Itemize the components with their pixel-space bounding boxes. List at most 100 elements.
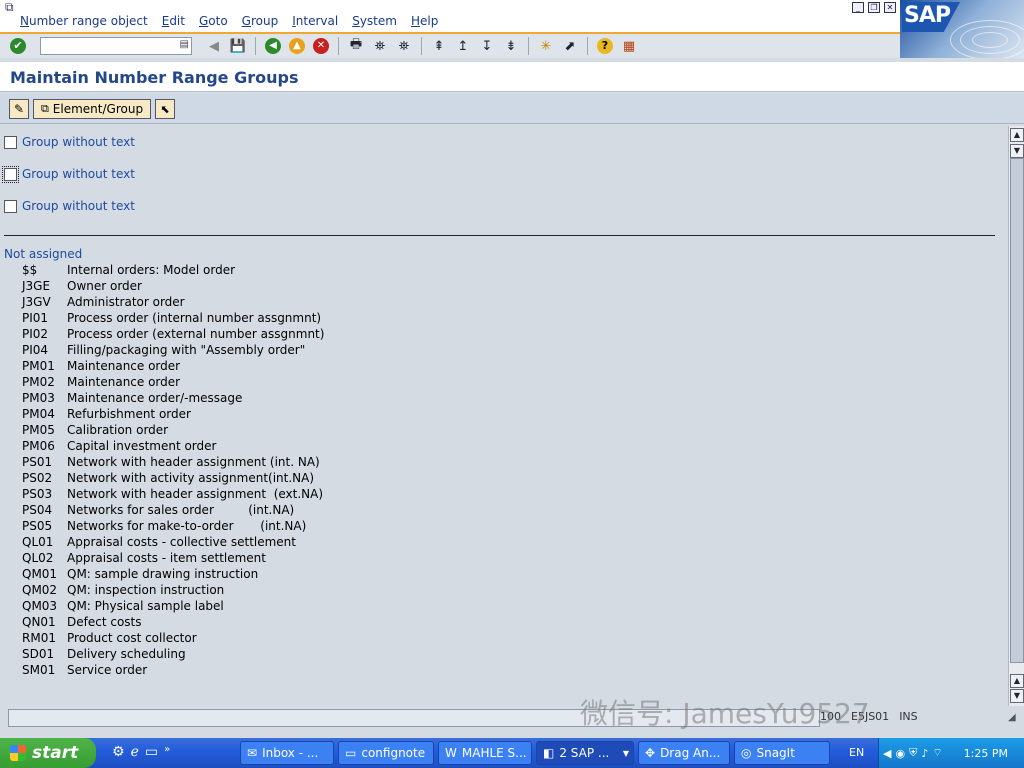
list-item[interactable]: PM06 Capital investment order	[22, 439, 324, 455]
task-drag[interactable]: ✥ Drag An...	[638, 741, 730, 765]
scroll-down-icon[interactable]: ▼	[1010, 689, 1024, 703]
command-history-icon[interactable]: ▤	[180, 39, 189, 50]
list-item[interactable]: PI04 Filling/packaging with "Assembly ord…	[22, 343, 324, 359]
minimize-button[interactable]: _	[852, 2, 864, 13]
check-icon[interactable]: ✔	[8, 36, 28, 56]
scroll-page-down-icon[interactable]: ▲	[1010, 674, 1024, 688]
save-icon[interactable]: 💾	[228, 36, 248, 56]
tray-shield-icon[interactable]: ⛨	[909, 746, 917, 760]
windows-flag-icon	[10, 745, 26, 761]
list-item[interactable]: $$ Internal orders: Model order	[22, 263, 324, 279]
element-group-button[interactable]: ⧉ Element/Group	[33, 99, 151, 119]
task-sap[interactable]: ◧ 2 SAP ... ▼	[536, 741, 634, 765]
group-checkbox[interactable]	[4, 135, 17, 149]
menu-help[interactable]: Help	[411, 14, 438, 28]
list-item[interactable]: PI01 Process order (internal number assgn…	[22, 311, 324, 327]
list-item[interactable]: PM04 Refurbishment order	[22, 407, 324, 423]
clock[interactable]: 1:25 PM	[964, 747, 1024, 760]
task-inbox[interactable]: ✉ Inbox - ...	[240, 741, 334, 765]
list-item[interactable]: QM01 QM: sample drawing instruction	[22, 567, 324, 583]
list-item[interactable]: J3GE Owner order	[22, 279, 324, 295]
list-item[interactable]: PM01 Maintenance order	[22, 359, 324, 375]
group-dropdown-icon: ▼	[622, 748, 629, 758]
more-icon[interactable]: »	[164, 744, 170, 760]
tray-back-icon[interactable]: ◀	[883, 747, 891, 760]
scroll-up-icon[interactable]: ▲	[1010, 128, 1024, 142]
list-item[interactable]: QM02 QM: inspection instruction	[22, 583, 324, 599]
back-nav-icon[interactable]: ◀	[263, 36, 283, 56]
list-item[interactable]: PS02 Network with activity assignment(int…	[22, 471, 324, 487]
list-item[interactable]: RM01 Product cost collector	[22, 631, 324, 647]
item-code: QM01	[22, 567, 58, 581]
layout-icon[interactable]: ▦	[619, 36, 639, 56]
exit-icon[interactable]: ▲	[287, 36, 307, 56]
list-item[interactable]: PS05 Networks for make-to-order (int.NA)	[22, 519, 324, 535]
back-icon[interactable]: ◀	[204, 36, 224, 56]
last-page-icon[interactable]: ⇟	[501, 36, 521, 56]
item-code: PS03	[22, 487, 53, 501]
select-button[interactable]: ⬉	[155, 99, 175, 119]
task-confignote[interactable]: ▭ confignote	[338, 741, 434, 765]
tray-network-icon[interactable]: ⌔	[932, 746, 942, 760]
list-item[interactable]: QN01 Defect costs	[22, 615, 324, 631]
group-checkbox[interactable]	[2, 165, 19, 183]
system-menu-icon[interactable]: ⧉	[5, 0, 21, 14]
menu-group[interactable]: Group	[242, 14, 279, 28]
tray-app-icon[interactable]: ◉	[895, 747, 905, 760]
command-field[interactable]: ▤	[40, 37, 192, 58]
list-item[interactable]: QL02 Appraisal costs - item settlement	[22, 551, 324, 567]
list-item[interactable]: PS04 Networks for sales order (int.NA)	[22, 503, 324, 519]
list-item[interactable]: QL01 Appraisal costs - collective settlem…	[22, 535, 324, 551]
resize-grip-icon[interactable]: ◢	[1008, 712, 1022, 726]
next-page-icon[interactable]: ↧	[477, 36, 497, 56]
status-mode[interactable]: INS	[899, 710, 917, 723]
task-mahle[interactable]: W MAHLE S...	[438, 741, 532, 765]
cancel-icon[interactable]: ✕	[311, 36, 331, 56]
vertical-scrollbar[interactable]: ▲ ▼ ▲ ▼	[1008, 126, 1024, 706]
list-item[interactable]: PS03 Network with header assignment (ext.…	[22, 487, 324, 503]
menu-interval[interactable]: Interval	[292, 14, 338, 28]
first-page-icon[interactable]: ⇞	[429, 36, 449, 56]
group-checkbox[interactable]	[4, 199, 17, 213]
list-item[interactable]: PM02 Maintenance order	[22, 375, 324, 391]
list-item[interactable]: PS01 Network with header assignment (int.…	[22, 455, 324, 471]
scroll-thumb[interactable]	[1010, 158, 1024, 663]
shortcut-icon[interactable]: ⬈	[560, 36, 580, 56]
list-item[interactable]: SD01 Delivery scheduling	[22, 647, 324, 663]
list-item[interactable]: SM01 Service order	[22, 663, 324, 679]
help-icon[interactable]: ?	[595, 36, 615, 56]
group-row[interactable]: Group without text	[2, 165, 135, 183]
task-snagit[interactable]: ◎ SnagIt	[734, 741, 830, 765]
list-item[interactable]: PI02 Process order (external number assgn…	[22, 327, 324, 343]
item-text: Delivery scheduling	[67, 647, 186, 661]
find-next-icon[interactable]: ⛯	[394, 36, 414, 56]
menu-goto[interactable]: Goto	[199, 14, 228, 28]
command-input[interactable]	[41, 42, 171, 58]
list-item[interactable]: J3GV Administrator order	[22, 295, 324, 311]
previous-page-icon[interactable]: ↥	[453, 36, 473, 56]
group-row[interactable]: Group without text	[4, 199, 135, 213]
menu-edit[interactable]: Edit	[162, 14, 185, 28]
ie-icon[interactable]: ℯ	[131, 744, 139, 760]
new-session-icon[interactable]: ✳	[536, 36, 556, 56]
scroll-page-up-icon[interactable]: ▼	[1010, 144, 1024, 158]
item-code: PI01	[22, 311, 49, 325]
find-icon[interactable]: ⛯	[370, 36, 390, 56]
list-item[interactable]: PM03 Maintenance order/-message	[22, 391, 324, 407]
item-text: Maintenance order/-message	[67, 391, 243, 405]
change-button[interactable]: ✎	[9, 99, 29, 119]
restore-button[interactable]: ❐	[868, 2, 880, 13]
tray-volume-icon[interactable]: ♪	[921, 747, 928, 760]
menu-system[interactable]: System	[352, 14, 397, 28]
desktop-icon[interactable]: ⚙	[112, 744, 125, 760]
language-indicator[interactable]: EN	[849, 746, 864, 759]
print-icon[interactable]: 🖶	[346, 36, 366, 56]
explorer-icon[interactable]: ▭	[145, 744, 158, 760]
list-item[interactable]: PM05 Calibration order	[22, 423, 324, 439]
menu-number-range-object[interactable]: Number range object	[20, 14, 148, 28]
group-row[interactable]: Group without text	[4, 135, 135, 149]
list-item[interactable]: QM03 QM: Physical sample label	[22, 599, 324, 615]
item-text: Maintenance order	[67, 359, 181, 373]
start-button[interactable]: start	[0, 738, 96, 768]
close-button[interactable]: ✕	[884, 2, 896, 13]
